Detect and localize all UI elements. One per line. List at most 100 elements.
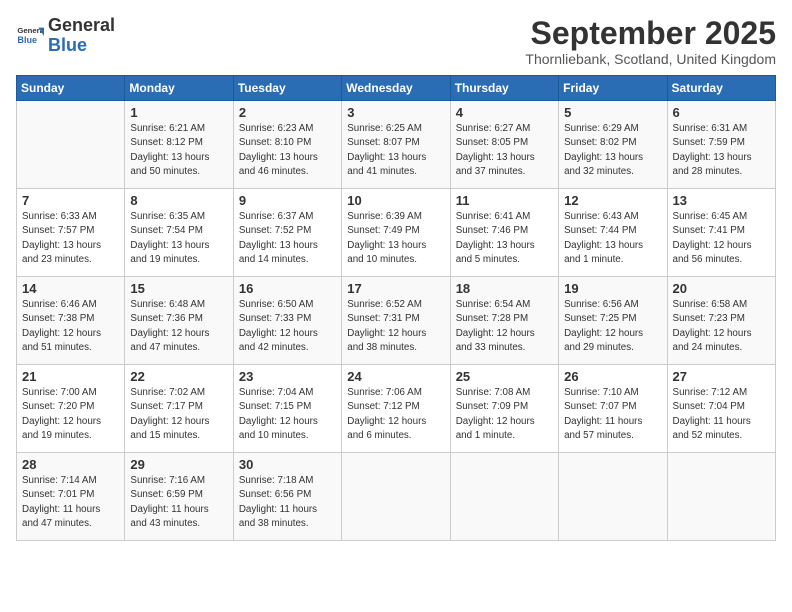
day-number: 19 [564, 281, 661, 296]
day-info: Sunrise: 7:04 AM Sunset: 7:15 PM Dayligh… [239, 386, 336, 443]
day-info: Sunrise: 6:41 AM Sunset: 7:46 PM Dayligh… [456, 210, 553, 267]
location-text: Thornliebank, Scotland, United Kingdom [525, 51, 776, 67]
day-number: 13 [673, 193, 770, 208]
logo-icon: General Blue [16, 22, 44, 50]
calendar-cell: 18Sunrise: 6:54 AM Sunset: 7:28 PM Dayli… [450, 277, 558, 365]
day-number: 29 [130, 457, 227, 472]
day-info: Sunrise: 6:29 AM Sunset: 8:02 PM Dayligh… [564, 122, 661, 179]
calendar-cell: 28 Sunrise: 7:14 AM Sunset: 7:01 PM Dayli… [17, 453, 125, 541]
calendar-cell: 19 Sunrise: 6:56 AM Sunset: 7:25 PM Dayli… [559, 277, 667, 365]
calendar-header-row: SundayMondayTuesdayWednesdayThursdayFrid… [17, 76, 776, 101]
svg-text:Blue: Blue [17, 35, 37, 45]
calendar-cell: 2 Sunrise: 6:23 AM Sunset: 8:10 PM Daylig… [233, 101, 341, 189]
day-info: Sunrise: 7:10 AM Sunset: 7:07 PM Dayligh… [564, 386, 661, 443]
calendar-cell: 17 Sunrise: 6:52 AM Sunset: 7:31 PM Dayli… [342, 277, 450, 365]
calendar-cell: 24Sunrise: 7:06 AM Sunset: 7:12 PM Dayli… [342, 365, 450, 453]
day-number: 5 [564, 105, 661, 120]
svg-text:General: General [17, 26, 44, 35]
column-header-friday: Friday [559, 76, 667, 101]
calendar-cell: 22 Sunrise: 7:02 AM Sunset: 7:17 PM Dayli… [125, 365, 233, 453]
calendar-cell: 27 Sunrise: 7:12 AM Sunset: 7:04 PM Dayli… [667, 365, 775, 453]
day-number: 2 [239, 105, 336, 120]
calendar-week-row: 21 Sunrise: 7:00 AM Sunset: 7:20 PM Dayli… [17, 365, 776, 453]
logo-blue-text: Blue [48, 35, 87, 55]
calendar-cell: 13Sunrise: 6:45 AM Sunset: 7:41 PM Dayli… [667, 189, 775, 277]
day-info: Sunrise: 7:14 AM Sunset: 7:01 PM Dayligh… [22, 474, 119, 531]
calendar-cell: 12 Sunrise: 6:43 AM Sunset: 7:44 PM Dayli… [559, 189, 667, 277]
calendar-table: SundayMondayTuesdayWednesdayThursdayFrid… [16, 75, 776, 541]
day-info: Sunrise: 6:39 AM Sunset: 7:49 PM Dayligh… [347, 210, 444, 267]
day-info: Sunrise: 7:18 AM Sunset: 6:56 PM Dayligh… [239, 474, 336, 531]
day-number: 6 [673, 105, 770, 120]
day-number: 9 [239, 193, 336, 208]
calendar-cell: 16 Sunrise: 6:50 AM Sunset: 7:33 PM Dayli… [233, 277, 341, 365]
day-number: 8 [130, 193, 227, 208]
calendar-cell: 6Sunrise: 6:31 AM Sunset: 7:59 PM Daylig… [667, 101, 775, 189]
calendar-cell: 5 Sunrise: 6:29 AM Sunset: 8:02 PM Daylig… [559, 101, 667, 189]
calendar-cell: 30 Sunrise: 7:18 AM Sunset: 6:56 PM Dayli… [233, 453, 341, 541]
day-info: Sunrise: 7:00 AM Sunset: 7:20 PM Dayligh… [22, 386, 119, 443]
day-number: 10 [347, 193, 444, 208]
calendar-cell: 9Sunrise: 6:37 AM Sunset: 7:52 PM Daylig… [233, 189, 341, 277]
calendar-cell [17, 101, 125, 189]
day-number: 25 [456, 369, 553, 384]
day-info: Sunrise: 7:08 AM Sunset: 7:09 PM Dayligh… [456, 386, 553, 443]
day-number: 27 [673, 369, 770, 384]
day-number: 24 [347, 369, 444, 384]
calendar-cell: 8 Sunrise: 6:35 AM Sunset: 7:54 PM Daylig… [125, 189, 233, 277]
day-number: 30 [239, 457, 336, 472]
title-block: September 2025 Thornliebank, Scotland, U… [525, 16, 776, 67]
day-number: 12 [564, 193, 661, 208]
day-number: 22 [130, 369, 227, 384]
day-info: Sunrise: 7:12 AM Sunset: 7:04 PM Dayligh… [673, 386, 770, 443]
day-info: Sunrise: 7:16 AM Sunset: 6:59 PM Dayligh… [130, 474, 227, 531]
calendar-week-row: 14Sunrise: 6:46 AM Sunset: 7:38 PM Dayli… [17, 277, 776, 365]
day-info: Sunrise: 6:50 AM Sunset: 7:33 PM Dayligh… [239, 298, 336, 355]
day-number: 20 [673, 281, 770, 296]
day-number: 28 [22, 457, 119, 472]
calendar-cell: 4Sunrise: 6:27 AM Sunset: 8:05 PM Daylig… [450, 101, 558, 189]
column-header-monday: Monday [125, 76, 233, 101]
day-number: 3 [347, 105, 444, 120]
logo: General Blue General Blue [16, 16, 115, 56]
calendar-week-row: 1 Sunrise: 6:21 AM Sunset: 8:12 PM Daylig… [17, 101, 776, 189]
day-info: Sunrise: 6:43 AM Sunset: 7:44 PM Dayligh… [564, 210, 661, 267]
month-title: September 2025 [525, 16, 776, 51]
day-number: 7 [22, 193, 119, 208]
day-number: 21 [22, 369, 119, 384]
calendar-cell [667, 453, 775, 541]
day-number: 4 [456, 105, 553, 120]
logo-general-text: General [48, 15, 115, 35]
day-number: 17 [347, 281, 444, 296]
calendar-cell [342, 453, 450, 541]
calendar-week-row: 7Sunrise: 6:33 AM Sunset: 7:57 PM Daylig… [17, 189, 776, 277]
day-number: 18 [456, 281, 553, 296]
column-header-wednesday: Wednesday [342, 76, 450, 101]
column-header-sunday: Sunday [17, 76, 125, 101]
calendar-cell: 29 Sunrise: 7:16 AM Sunset: 6:59 PM Dayli… [125, 453, 233, 541]
calendar-cell [450, 453, 558, 541]
day-info: Sunrise: 6:21 AM Sunset: 8:12 PM Dayligh… [130, 122, 227, 179]
day-info: Sunrise: 6:23 AM Sunset: 8:10 PM Dayligh… [239, 122, 336, 179]
day-info: Sunrise: 6:56 AM Sunset: 7:25 PM Dayligh… [564, 298, 661, 355]
day-number: 16 [239, 281, 336, 296]
calendar-week-row: 28 Sunrise: 7:14 AM Sunset: 7:01 PM Dayli… [17, 453, 776, 541]
day-info: Sunrise: 6:25 AM Sunset: 8:07 PM Dayligh… [347, 122, 444, 179]
day-number: 1 [130, 105, 227, 120]
calendar-cell: 1 Sunrise: 6:21 AM Sunset: 8:12 PM Daylig… [125, 101, 233, 189]
calendar-cell: 26 Sunrise: 7:10 AM Sunset: 7:07 PM Dayli… [559, 365, 667, 453]
calendar-cell: 3 Sunrise: 6:25 AM Sunset: 8:07 PM Daylig… [342, 101, 450, 189]
day-number: 26 [564, 369, 661, 384]
day-info: Sunrise: 6:52 AM Sunset: 7:31 PM Dayligh… [347, 298, 444, 355]
day-info: Sunrise: 6:35 AM Sunset: 7:54 PM Dayligh… [130, 210, 227, 267]
day-number: 15 [130, 281, 227, 296]
calendar-cell: 11Sunrise: 6:41 AM Sunset: 7:46 PM Dayli… [450, 189, 558, 277]
day-number: 14 [22, 281, 119, 296]
day-number: 23 [239, 369, 336, 384]
calendar-cell [559, 453, 667, 541]
calendar-cell: 7Sunrise: 6:33 AM Sunset: 7:57 PM Daylig… [17, 189, 125, 277]
day-info: Sunrise: 7:02 AM Sunset: 7:17 PM Dayligh… [130, 386, 227, 443]
column-header-tuesday: Tuesday [233, 76, 341, 101]
calendar-cell: 23 Sunrise: 7:04 AM Sunset: 7:15 PM Dayli… [233, 365, 341, 453]
calendar-cell: 20Sunrise: 6:58 AM Sunset: 7:23 PM Dayli… [667, 277, 775, 365]
